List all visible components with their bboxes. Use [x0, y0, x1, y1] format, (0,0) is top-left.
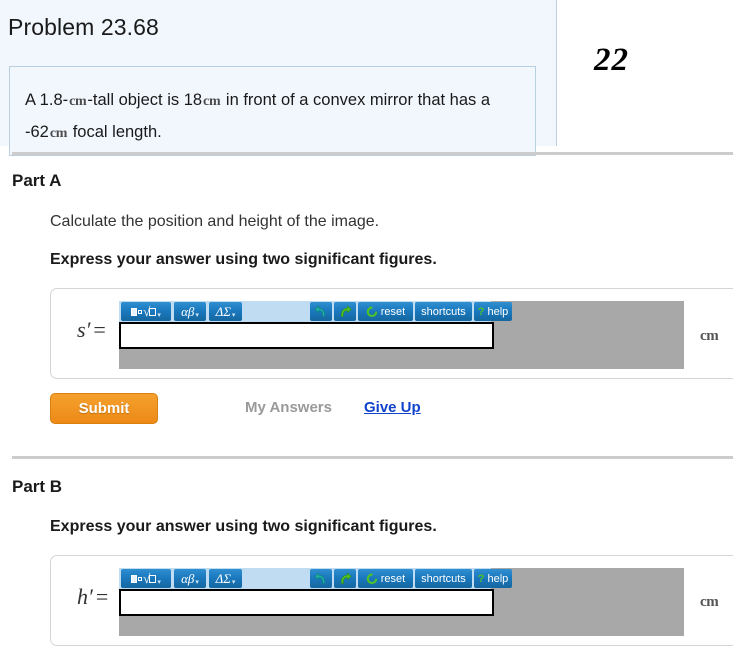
part-b-heading: Part B [12, 477, 63, 496]
problem-statement-box: A 1.8-cm-tall object is 18cm in front of… [9, 66, 536, 156]
part-a-prompt: Calculate the position and height of the… [50, 213, 380, 230]
help-button[interactable]: ? help [474, 569, 512, 588]
math-template-button[interactable]: √ ▾ [121, 302, 171, 321]
math-symbols-label: ΔΣ [215, 303, 231, 319]
page-title: Problem 23.68 [8, 14, 159, 40]
superscript-box-icon [138, 309, 143, 314]
part-a-variable-label: s′ = [77, 317, 106, 343]
reset-button[interactable]: reset [358, 302, 413, 321]
help-label: help [487, 305, 509, 318]
greek-letters-label: αβ [181, 570, 195, 586]
part-b-answer-panel: h′ = √ ▾ αβ ▾ ΔΣ ▾ reset shortcuts ? hel… [50, 555, 733, 646]
chevron-down-icon: ▾ [195, 312, 199, 319]
redo-button[interactable] [334, 302, 356, 321]
undo-arrow-icon [314, 305, 325, 317]
help-button[interactable]: ? help [474, 302, 512, 321]
give-up-link[interactable]: Give Up [364, 399, 421, 416]
part-b-answer-input[interactable] [119, 589, 494, 616]
sqrt-radicand-box-icon [149, 307, 157, 316]
part-a-math-toolbar: √ ▾ αβ ▾ ΔΣ ▾ reset shortcuts ? help [119, 301, 512, 322]
part-a-heading: Part A [12, 171, 62, 190]
math-symbols-button[interactable]: ΔΣ ▾ [209, 302, 242, 321]
greek-letters-label: αβ [181, 303, 195, 319]
question-mark-icon: ? [477, 572, 485, 585]
reset-label: reset [380, 572, 406, 585]
chevron-down-icon: ▾ [195, 579, 199, 586]
page-number-badge: 22 [594, 42, 629, 78]
redo-button[interactable] [334, 569, 356, 588]
equals-symbol-b: = [95, 584, 109, 609]
chevron-down-icon: ▾ [157, 312, 161, 319]
problem-header-region: Problem 23.68 A 1.8-cm-tall object is 18… [0, 0, 557, 156]
redo-arrow-icon [341, 572, 352, 584]
reset-circular-arrow-icon [366, 572, 378, 584]
my-answers-link[interactable]: My Answers [245, 399, 332, 416]
statement-segment-2: -tall object is 18 [87, 91, 203, 109]
shortcuts-label: shortcuts [421, 305, 466, 318]
section-divider-a [12, 152, 733, 155]
math-symbols-label: ΔΣ [215, 570, 231, 586]
undo-button[interactable] [310, 569, 332, 588]
shortcuts-label: shortcuts [421, 572, 466, 585]
reset-button[interactable]: reset [358, 569, 413, 588]
part-b-unit-label: cm [700, 594, 719, 610]
part-a-emphasis: Express your answer using two significan… [50, 251, 437, 268]
superscript-box-icon [138, 576, 143, 581]
redo-arrow-icon [341, 305, 352, 317]
greek-letters-button[interactable]: αβ ▾ [174, 302, 206, 321]
shortcuts-button[interactable]: shortcuts [415, 569, 472, 588]
math-symbols-button[interactable]: ΔΣ ▾ [209, 569, 242, 588]
problem-statement-text: A 1.8-cm-tall object is 18cm in front of… [25, 85, 523, 149]
greek-letters-button[interactable]: αβ ▾ [174, 569, 206, 588]
part-b-mathbox: √ ▾ αβ ▾ ΔΣ ▾ reset shortcuts ? help [119, 568, 684, 636]
section-divider-b [12, 456, 733, 459]
part-b-emphasis: Express your answer using two significan… [50, 518, 437, 535]
shortcuts-button[interactable]: shortcuts [415, 302, 472, 321]
submit-button[interactable]: Submit [50, 393, 158, 424]
variable-symbol-h: h [77, 584, 88, 609]
unit-cm-2: cm [203, 94, 221, 109]
undo-arrow-icon [314, 572, 325, 584]
undo-button[interactable] [310, 302, 332, 321]
help-label: help [487, 572, 509, 585]
unit-cm-1: cm [69, 94, 87, 109]
variable-symbol-s: s [77, 317, 86, 342]
statement-segment-4: focal length. [68, 123, 162, 141]
unit-cm-3: cm [49, 126, 68, 141]
math-template-button[interactable]: √ ▾ [121, 569, 171, 588]
part-a-mathbox: √ ▾ αβ ▾ ΔΣ ▾ reset shortcuts ? help [119, 301, 684, 369]
part-a-answer-input[interactable] [119, 322, 494, 349]
question-mark-icon: ? [477, 305, 485, 318]
square-box-icon [131, 307, 138, 316]
chevron-down-icon: ▾ [231, 579, 236, 586]
part-b-variable-label: h′ = [77, 584, 108, 610]
square-box-icon [131, 574, 138, 583]
statement-segment-1: A 1.8- [25, 91, 69, 109]
reset-circular-arrow-icon [366, 305, 378, 317]
part-a-unit-label: cm [700, 328, 719, 344]
chevron-down-icon: ▾ [231, 312, 236, 319]
reset-label: reset [380, 305, 406, 318]
equals-symbol-a: = [93, 317, 106, 342]
part-b-math-toolbar: √ ▾ αβ ▾ ΔΣ ▾ reset shortcuts ? help [119, 568, 512, 589]
part-a-answer-panel: s′ = √ ▾ αβ ▾ ΔΣ ▾ reset shortcuts ? hel… [50, 288, 733, 379]
sqrt-radicand-box-icon [149, 574, 157, 583]
chevron-down-icon: ▾ [157, 579, 161, 586]
